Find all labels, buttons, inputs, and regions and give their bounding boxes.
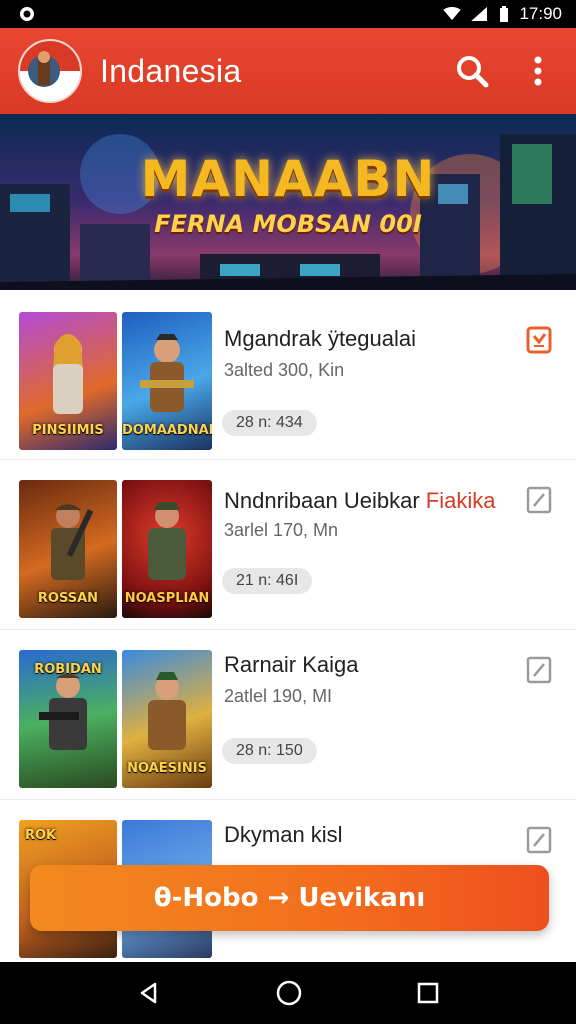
search-icon[interactable]: [452, 51, 492, 91]
item-subtitle: 2atlel 190, MI: [224, 686, 333, 706]
item-title-highlight: Fiakika: [425, 488, 496, 513]
primary-action-button[interactable]: θ-Hobo → Uevikanı: [30, 865, 549, 931]
item-title: Rarnair Kaiga: [224, 652, 359, 677]
system-nav-bar: [0, 962, 576, 1024]
list-item[interactable]: ROSSAN NOASPLIAN Nndnribaan Ueibkar Fiak…: [0, 460, 576, 630]
item-chip: 28 n: 150: [222, 738, 317, 764]
item-title: Nndnribaan Ueibkar Fiakika: [224, 488, 495, 514]
promo-banner[interactable]: MANAABN FERNA MOBSAN 00I: [0, 114, 576, 290]
game-thumbnail[interactable]: ROSSAN: [19, 480, 117, 618]
edit-icon[interactable]: [526, 826, 552, 854]
status-time: 17:90: [519, 4, 562, 23]
list-item[interactable]: ROBIDAN NOAESINIS Rarnair Kaiga 2atlel 1…: [0, 630, 576, 800]
item-title: Dkyman kisl: [224, 822, 343, 847]
more-options-icon[interactable]: [518, 51, 558, 91]
bookmark-active-icon[interactable]: [526, 326, 552, 354]
game-thumbnail[interactable]: DOMAADNAN: [122, 312, 212, 450]
item-subtitle: 3alted 300, Kin: [224, 360, 345, 380]
character-art: [51, 504, 94, 580]
app-title: Indanesia: [100, 52, 242, 89]
thumbnail-label: NOASPLIAN: [124, 591, 210, 606]
status-bar: 17:90: [0, 0, 576, 28]
game-thumbnail[interactable]: NOAESINIS: [122, 650, 212, 788]
signal-icon: [471, 7, 488, 21]
wifi-icon: [443, 7, 462, 21]
character-art: [53, 334, 83, 414]
game-thumbnail[interactable]: NOASPLIAN: [122, 480, 212, 618]
banner-title: MANAABN: [140, 150, 436, 208]
list-item[interactable]: PINSIIMIS DOMAADNAN Mgandrak ÿtegualai 3…: [0, 290, 576, 460]
game-thumbnail[interactable]: ROBIDAN: [19, 650, 117, 788]
thumbnail-label: ROBIDAN: [34, 662, 102, 677]
character-art: [148, 672, 186, 750]
item-chip: 28 n: 434: [222, 410, 317, 436]
thumbnail-label: NOAESINIS: [127, 761, 207, 776]
thumbnail-label: DOMAADNAN: [122, 423, 212, 438]
recents-icon[interactable]: [417, 982, 439, 1004]
character-art: [140, 334, 194, 412]
game-list: PINSIIMIS DOMAADNAN Mgandrak ÿtegualai 3…: [0, 290, 576, 958]
edit-icon[interactable]: [526, 486, 552, 514]
item-subtitle: 3arlel 170, Mn: [224, 520, 339, 540]
item-chip: 21 n: 46I: [222, 568, 313, 594]
item-title-main: Nndnribaan Ueibkar: [224, 488, 426, 513]
game-thumbnail[interactable]: PINSIIMIS: [19, 312, 117, 450]
home-icon[interactable]: [276, 980, 302, 1006]
app-logo[interactable]: [18, 39, 82, 103]
item-title: Mgandrak ÿtegualai: [224, 326, 417, 351]
thumbnail-label: ROSSAN: [37, 591, 99, 606]
battery-icon: [500, 6, 509, 22]
character-art: [148, 502, 186, 580]
thumbnail-label: PINSIIMIS: [32, 423, 104, 438]
edit-icon[interactable]: [526, 656, 552, 684]
app-bar: Indanesia: [0, 28, 576, 114]
character-art: [39, 674, 87, 750]
back-icon[interactable]: [137, 981, 161, 1005]
banner-subtitle: FERNA MOBSAN 00I: [154, 210, 422, 238]
thumbnail-label: ROK: [25, 828, 57, 843]
notification-icon: [18, 5, 36, 23]
